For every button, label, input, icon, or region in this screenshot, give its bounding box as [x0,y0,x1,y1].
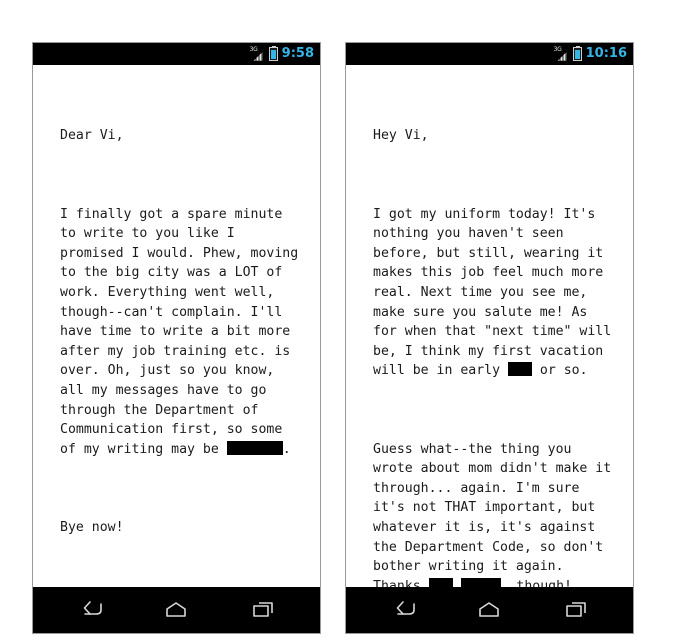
navigation-bar [346,587,633,633]
network-type-label: 3G [249,46,258,53]
message-greeting: Hey Vi, [373,128,429,144]
message-text-before-redaction: I finally got a spare minute to write to… [60,206,307,457]
status-icon-group: 3G 9:58 [249,46,314,62]
message-paragraph-1: I got my uniform today! It's nothing you… [373,205,619,381]
back-button[interactable] [377,593,429,627]
recent-apps-button[interactable] [550,593,602,627]
battery-icon [268,46,278,61]
home-button[interactable] [463,593,515,627]
status-bar: 3G 9:58 [33,43,320,65]
status-bar-clock: 10:16 [585,46,627,61]
message-signoff: Bye now! [60,520,124,536]
message-screen: Dear Vi, I finally got a spare minute to… [33,65,320,587]
home-button[interactable] [150,593,202,627]
phone-screenshot-right: 3G 10:16 Hey Vi, I got my uniform today!… [345,42,634,634]
recent-apps-button[interactable] [237,593,289,627]
redaction-bar [428,577,453,587]
redaction-bar [507,362,532,377]
message-text-after-redaction: or so. [531,363,588,379]
status-bar-clock: 9:58 [281,46,314,61]
redaction-gap [453,579,461,587]
status-bar: 3G 10:16 [346,43,633,65]
status-icon-group: 3G 10:16 [553,46,627,62]
message-paragraph: I finally got a spare minute to write to… [60,205,306,460]
signal-3g-icon: 3G [249,46,265,62]
message-screen: Hey Vi, I got my uniform today! It's not… [346,65,633,587]
redaction-bar [226,440,283,455]
message-body: Hey Vi, I got my uniform today! It's not… [346,65,633,587]
redaction-bar [460,577,501,587]
message-body: Dear Vi, I finally got a spare minute to… [33,65,320,587]
message-text-before-redactions: Guess what--the thing you wrote about mo… [373,441,620,587]
phone-screenshot-left: 3G 9:58 Dear Vi, I finally got a spare m… [32,42,321,634]
back-button[interactable] [64,593,116,627]
message-paragraph-2: Guess what--the thing you wrote about mo… [373,440,619,587]
battery-icon [572,46,582,61]
screenshot-stage: 3G 9:58 Dear Vi, I finally got a spare m… [0,0,675,644]
message-text-after-redaction: . [282,441,291,457]
signal-3g-icon: 3G [553,46,569,62]
message-text-before-redaction: I got my uniform today! It's nothing you… [373,206,620,379]
message-greeting: Dear Vi, [60,128,124,144]
network-type-label: 3G [553,46,562,53]
navigation-bar [33,587,320,633]
